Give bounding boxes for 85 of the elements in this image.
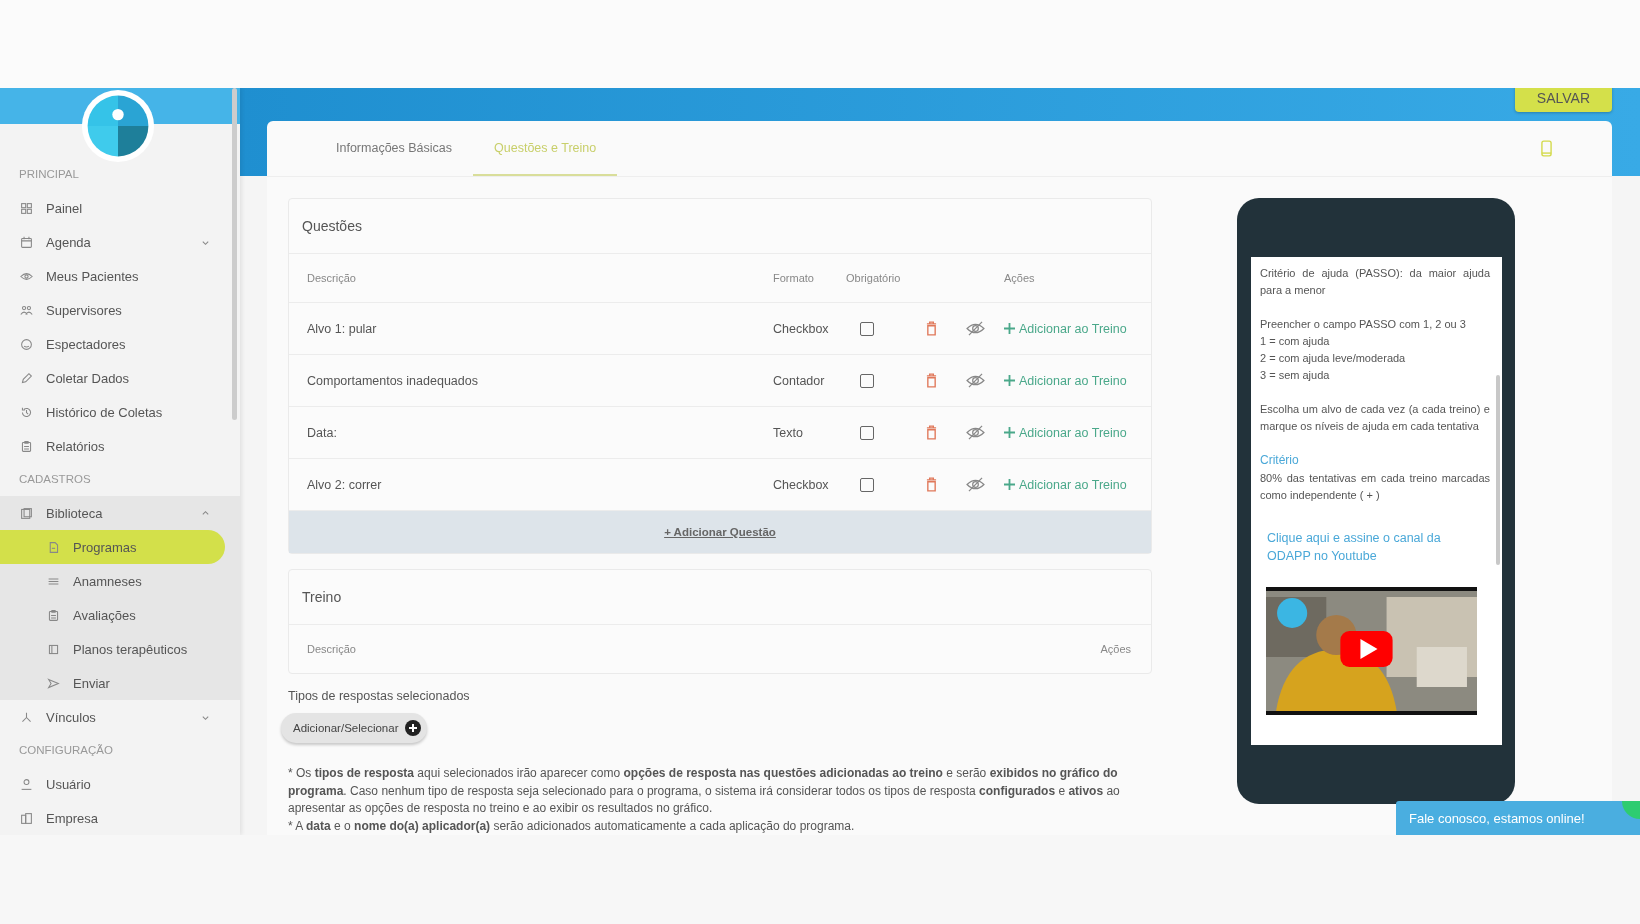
preview-text: 3 = sem ajuda: [1260, 368, 1331, 383]
user-icon: [20, 777, 33, 791]
preview-text: Escolha um alvo de cada vez (a cada treino) e marque os níveis de ajuda em cada tentativa: [1260, 402, 1490, 434]
column-header: Ações: [1004, 272, 1036, 284]
clipboard-icon: [20, 439, 33, 453]
plus-icon: [1004, 427, 1015, 438]
people-icon: [20, 303, 33, 317]
calendar-icon: [20, 235, 33, 249]
preview-text: 1 = com ajuda: [1260, 334, 1331, 349]
preview-text: Preencher o campo PASSO com 1, 2 ou 3: [1260, 317, 1467, 332]
clipboard-icon: [47, 608, 60, 622]
eye-off-icon[interactable]: [966, 321, 985, 336]
grid-icon: [20, 201, 33, 215]
pencil-icon: [20, 371, 33, 385]
send-icon: [47, 676, 60, 690]
nav-item[interactable]: Biblioteca: [0, 496, 210, 530]
trash-icon[interactable]: [926, 425, 937, 440]
nav-item[interactable]: Avaliações: [0, 598, 225, 632]
column-header: Obrigatório: [846, 272, 902, 284]
scrollbar[interactable]: [232, 88, 237, 420]
note-text: * A data e o nome do(a) aplicador(a) serão adicionados automaticamente a cada aplicação do programa.: [288, 817, 856, 835]
checkbox[interactable]: [860, 321, 874, 336]
nav-item[interactable]: Espectadores: [0, 327, 210, 361]
table-cell-text: Alvo 1: pular: [307, 321, 378, 336]
table-cell-text: Comportamentos inadequados: [307, 373, 479, 388]
plus-icon: [1004, 323, 1015, 334]
eye-off-icon[interactable]: [966, 373, 985, 388]
note-text: * Os tipos de resposta aqui selecionados irão aparecer como opções de resposta nas questões adicionadas ao treino e serão exibidos no gráfico do programa. Caso nenhum tipo de resposta seja selecionado para o programa, o sistema irá considerar todos os tipos de resposta configurados e ativos ao apresentar as opções de resposta no treino e ao exibir os resultados no gráfico.: [288, 765, 1121, 817]
checkbox[interactable]: [860, 373, 874, 388]
checkbox[interactable]: [860, 477, 874, 492]
file-icon: [47, 540, 60, 554]
nav-item[interactable]: Supervisores: [0, 293, 210, 327]
plus-icon: [1004, 479, 1015, 490]
section-label: CADASTROS: [18, 472, 92, 487]
section-label: Tipos de respostas selecionados: [288, 689, 471, 703]
nav-item[interactable]: Coletar Dados: [0, 361, 210, 395]
trash-icon[interactable]: [926, 373, 937, 388]
nav-item[interactable]: Usuário: [0, 767, 210, 801]
table-cell-text: Texto: [773, 425, 804, 440]
preview-text: Critério de ajuda (PASSO): da maior ajuda para a menor: [1260, 266, 1490, 298]
save-button[interactable]: SALVAR: [1514, 88, 1612, 112]
section-label: PRINCIPAL: [18, 167, 80, 182]
trash-icon[interactable]: [926, 477, 937, 492]
history-icon: [20, 405, 33, 419]
plus-icon: [1004, 375, 1015, 386]
add-question-link[interactable]: + Adicionar Questão: [664, 526, 776, 538]
face-icon: [20, 337, 33, 351]
table-cell-text: Checkbox: [773, 321, 830, 336]
nav-item[interactable]: Empresa: [0, 801, 210, 835]
nav-item[interactable]: Agenda: [0, 225, 210, 259]
nav-item[interactable]: Enviar: [0, 666, 225, 700]
plus-icon: [405, 720, 422, 736]
table-cell-text: Alvo 2: correr: [307, 477, 383, 492]
scrollbar[interactable]: [1496, 375, 1500, 565]
fork-icon: [20, 710, 33, 724]
eye-off-icon[interactable]: [966, 425, 985, 440]
table-cell-text: Data:: [307, 425, 338, 440]
nav-item[interactable]: Programas: [0, 530, 225, 564]
column-header: Formato: [773, 272, 815, 284]
preview-heading: Critério: [1260, 452, 1300, 469]
checkbox[interactable]: [860, 425, 874, 440]
eye-off-icon[interactable]: [966, 477, 985, 492]
nav-item[interactable]: Vínculos: [0, 700, 210, 734]
nav-item[interactable]: Painel: [0, 191, 210, 225]
column-header: Descrição: [307, 272, 357, 284]
trash-icon[interactable]: [926, 321, 937, 336]
table-cell-text: Checkbox: [773, 477, 830, 492]
building-icon: [20, 811, 33, 825]
square-icon: [47, 642, 60, 656]
book-icon: [20, 506, 33, 520]
nav-item[interactable]: Planos terapêuticos: [0, 632, 225, 666]
table-cell-text: Contador: [773, 373, 826, 388]
preview-text: 80% das tentativas em cada treino marcadas como independente ( + ): [1260, 471, 1490, 503]
column-header: Descrição: [307, 643, 356, 655]
column-header: Ações: [1100, 643, 1131, 655]
nav-item[interactable]: Anamneses: [0, 564, 225, 598]
panel-title: Questões: [289, 199, 1151, 254]
tab[interactable]: Informações Básicas: [315, 121, 474, 176]
panel-title: Treino: [289, 570, 1151, 625]
nav-item[interactable]: Relatórios: [0, 429, 210, 463]
preview-text: 2 = com ajuda leve/moderada: [1260, 351, 1407, 366]
nav-item[interactable]: Histórico de Coletas: [0, 395, 210, 429]
nav-item[interactable]: Meus Pacientes: [0, 259, 210, 293]
section-label: CONFIGURAÇÃO: [18, 743, 114, 758]
add-select-button[interactable]: Adicionar/Selecionar: [281, 713, 428, 743]
